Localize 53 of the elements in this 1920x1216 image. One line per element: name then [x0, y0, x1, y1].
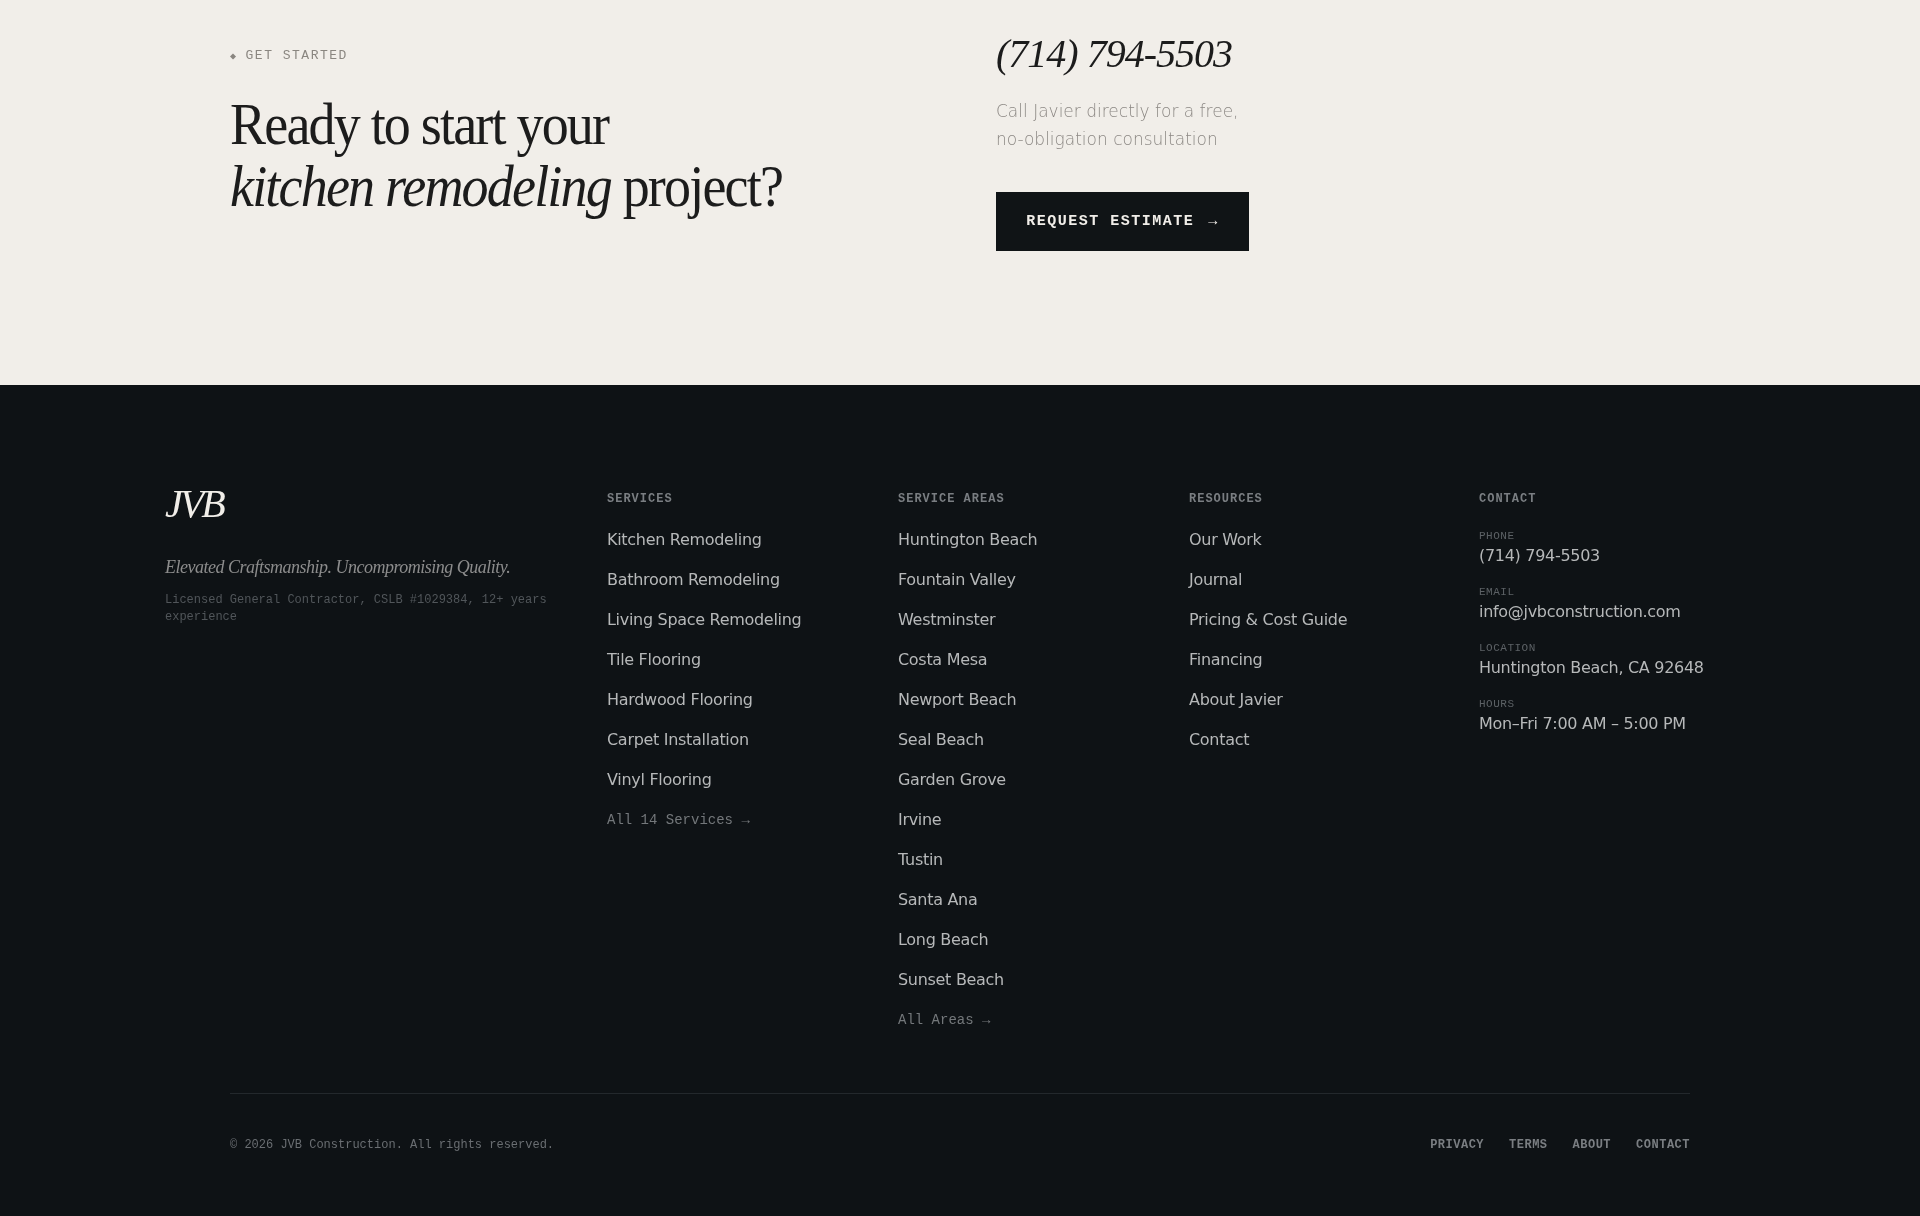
footer-link[interactable]: Journal: [1189, 570, 1243, 590]
logo[interactable]: JVB: [165, 480, 223, 527]
legal-link[interactable]: ABOUT: [1572, 1138, 1612, 1152]
more-link[interactable]: All 14 Services →: [607, 812, 750, 828]
contact-value: Huntington Beach, CA 92648: [1479, 658, 1704, 677]
column-heading: RESOURCES: [1189, 492, 1263, 506]
footer-link[interactable]: Tile Flooring: [607, 650, 701, 670]
copyright: © 2026 JVB Construction. All rights reserved.: [230, 1138, 555, 1152]
footer-link[interactable]: Pricing & Cost Guide: [1189, 610, 1348, 630]
footer-link[interactable]: Sunset Beach: [898, 970, 1004, 990]
phone-number: (714) 794-5503: [996, 30, 1232, 77]
diamond-icon: ◆: [230, 49, 238, 62]
license-text: Licensed General Contractor, CSLB #1029384, 12+ years experience: [165, 592, 548, 626]
footer-link[interactable]: Hardwood Flooring: [607, 690, 753, 710]
column-heading: CONTACT: [1479, 492, 1537, 506]
contact-label: EMAIL: [1479, 586, 1515, 598]
column-heading: SERVICE AREAS: [898, 492, 1005, 506]
footer-link[interactable]: Living Space Remodeling: [607, 610, 802, 630]
footer-link[interactable]: Irvine: [898, 810, 942, 830]
footer-link[interactable]: Tustin: [898, 850, 943, 870]
footer-link[interactable]: About Javier: [1189, 690, 1283, 710]
footer-link[interactable]: Financing: [1189, 650, 1263, 670]
request-estimate-button[interactable]: REQUEST ESTIMATE →: [996, 192, 1249, 251]
footer-link[interactable]: Bathroom Remodeling: [607, 570, 780, 590]
tagline: Elevated Craftsmanship. Uncompromising Quality.: [165, 557, 512, 578]
cta-heading: Ready to start your kitchen remodeling project?: [230, 93, 784, 217]
contact-label: LOCATION: [1479, 642, 1536, 654]
contact-value: Mon–Fri 7:00 AM – 5:00 PM: [1479, 714, 1686, 733]
contact-label: HOURS: [1479, 698, 1515, 710]
more-link[interactable]: All Areas →: [898, 1012, 991, 1028]
legal-link[interactable]: TERMS: [1509, 1138, 1548, 1152]
contact-value: (714) 794-5503: [1479, 546, 1600, 565]
footer-link[interactable]: Long Beach: [898, 930, 989, 950]
footer-link[interactable]: Westminster: [898, 610, 996, 630]
legal-link[interactable]: PRIVACY: [1430, 1138, 1485, 1152]
footer-link[interactable]: Carpet Installation: [607, 730, 749, 750]
footer-link[interactable]: Fountain Valley: [898, 570, 1016, 590]
footer-link[interactable]: Garden Grove: [898, 770, 1006, 790]
legal-link[interactable]: CONTACT: [1636, 1138, 1690, 1152]
column-heading: SERVICES: [607, 492, 673, 506]
footer-link[interactable]: Contact: [1189, 730, 1250, 750]
footer-link[interactable]: Santa Ana: [898, 890, 978, 910]
footer-link[interactable]: Kitchen Remodeling: [607, 530, 762, 550]
footer-link[interactable]: Costa Mesa: [898, 650, 988, 670]
footer-link[interactable]: Seal Beach: [898, 730, 984, 750]
contact-value: info@jvbconstruction.com: [1479, 602, 1681, 621]
consultation-note: Call Javier directly for a free, no-obligation consultation: [996, 100, 1239, 151]
footer-link[interactable]: Newport Beach: [898, 690, 1017, 710]
footer-link[interactable]: Our Work: [1189, 530, 1262, 550]
footer-link[interactable]: Vinyl Flooring: [607, 770, 712, 790]
footer-link[interactable]: Huntington Beach: [898, 530, 1038, 550]
eyebrow-label: GET STARTED: [245, 48, 348, 63]
contact-label: PHONE: [1479, 530, 1515, 542]
